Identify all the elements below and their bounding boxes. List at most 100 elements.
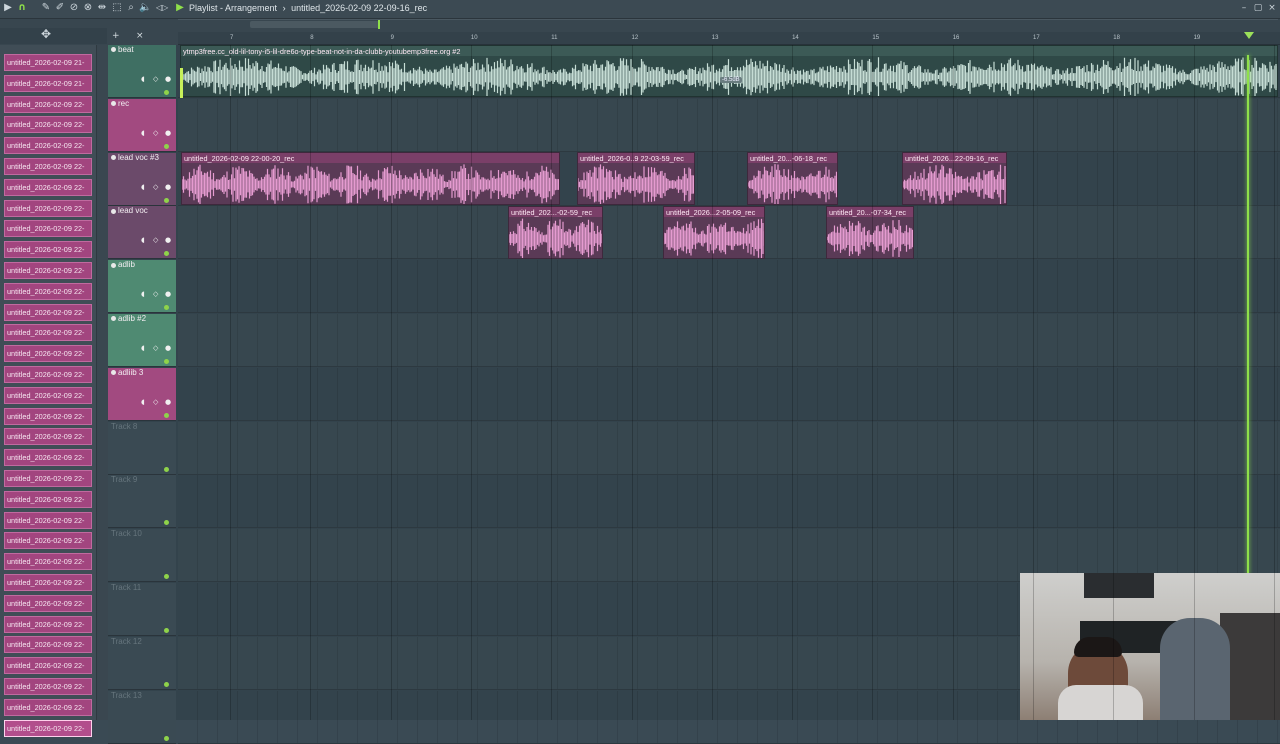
track-solo-icon[interactable]: ◇ <box>153 344 158 352</box>
track-lane[interactable] <box>178 421 1280 475</box>
overview-scroll[interactable] <box>250 21 380 28</box>
picker-item[interactable]: untitled_2026-02-09 22- <box>4 698 92 716</box>
playback-icon[interactable]: ◁▷ <box>156 2 168 14</box>
paint-brush-icon[interactable]: ✐ <box>54 2 66 14</box>
picker-item[interactable]: untitled_2026-02-09 22- <box>4 158 92 175</box>
picker-item[interactable]: untitled_2026-02-09 21- <box>4 74 92 92</box>
picker-item[interactable]: untitled_2026-02-09 22- <box>4 719 92 737</box>
picker-item[interactable]: untitled_2026-02-09 22- <box>4 407 92 425</box>
track-solo-icon[interactable]: ◇ <box>153 183 158 191</box>
track-enable-icon[interactable] <box>111 316 116 322</box>
picker-item[interactable]: untitled_2026-02-09 22- <box>4 470 92 487</box>
track-header[interactable]: lead voc ◖ ◇ ● <box>108 206 176 260</box>
track-header[interactable]: adlib ◖ ◇ ● <box>108 260 176 314</box>
track-solo-icon[interactable]: ◇ <box>153 129 158 137</box>
track-lane[interactable] <box>178 98 1280 152</box>
track-header[interactable]: Track 9 <box>108 475 176 529</box>
track-enable-icon[interactable] <box>111 47 116 53</box>
picker-item[interactable]: untitled_2026-02-09 22- <box>4 490 92 508</box>
delete-icon[interactable]: ⊘ <box>68 2 80 14</box>
track-mute-icon[interactable]: ◖ <box>141 183 145 191</box>
picker-item[interactable]: untitled_2026-02-09 22- <box>4 511 92 529</box>
track-enable-icon[interactable] <box>111 370 116 376</box>
picker-item[interactable]: untitled_2026-02-09 22- <box>4 594 92 612</box>
picker-item[interactable]: untitled_2026-02-09 22- <box>4 282 92 300</box>
track-enable-icon[interactable] <box>111 208 116 214</box>
play-arrow-icon[interactable]: ▶ <box>2 2 14 14</box>
picker-item[interactable]: untitled_2026-02-09 22- <box>4 95 92 113</box>
track-mute-icon[interactable]: ◖ <box>141 344 145 352</box>
add-track-icon[interactable]: + <box>112 31 120 41</box>
track-lane[interactable] <box>178 367 1280 421</box>
track-header[interactable]: Track 8 <box>108 421 176 475</box>
track-header[interactable]: Track 13 <box>108 690 176 744</box>
track-record-icon[interactable]: ● <box>165 398 171 406</box>
track-header[interactable]: lead voc #3 ◖ ◇ ● <box>108 152 176 206</box>
minimize-icon[interactable]: – <box>1238 2 1250 14</box>
track-lane[interactable] <box>178 314 1280 367</box>
maximize-icon[interactable]: ▢ <box>1252 2 1264 14</box>
audio-clip[interactable]: untitled_2026-0..9 22-03-59_rec <box>577 152 695 205</box>
picker-item[interactable]: untitled_2026-02-09 22- <box>4 678 92 695</box>
audio-clip[interactable]: untitled_2026...2-05-09_rec <box>663 206 765 259</box>
picker-item[interactable]: untitled_2026-02-09 22- <box>4 449 92 467</box>
track-header[interactable]: beat ◖ ◇ ● <box>108 45 176 98</box>
track-header[interactable]: Track 10 <box>108 529 176 583</box>
track-enable-icon[interactable] <box>111 154 116 160</box>
picker-item[interactable]: untitled_2026-02-09 22- <box>4 199 92 217</box>
picker-item[interactable]: untitled_2026-02-09 22- <box>4 532 92 550</box>
picker-item[interactable]: untitled_2026-02-09 22- <box>4 636 92 654</box>
picker-item[interactable]: untitled_2026-02-09 22- <box>4 116 92 134</box>
close-track-icon[interactable]: × <box>136 31 144 41</box>
track-enable-icon[interactable] <box>111 101 116 107</box>
picker-item[interactable]: untitled_2026-02-09 22- <box>4 262 92 279</box>
track-record-icon[interactable]: ● <box>165 344 171 352</box>
track-header[interactable]: rec ◖ ◇ ● <box>108 98 176 152</box>
track-header[interactable]: adliib 3 ◖ ◇ ● <box>108 367 176 421</box>
track-record-icon[interactable]: ● <box>165 129 171 137</box>
zoom-icon[interactable]: ⌕ <box>125 2 137 14</box>
picker-item[interactable]: untitled_2026-02-09 22- <box>4 428 92 446</box>
track-header[interactable]: adlib #2 ◖ ◇ ● <box>108 314 176 367</box>
track-record-icon[interactable]: ● <box>165 290 171 298</box>
timeline-ruler[interactable]: 7 8 9 10 11 12 13 14 15 16 17 18 19 <box>178 32 1280 45</box>
playhead-marker-icon[interactable] <box>1244 32 1254 39</box>
track-mute-icon[interactable]: ◖ <box>141 398 145 406</box>
track-lane[interactable] <box>178 260 1280 314</box>
track-mute-icon[interactable]: ◖ <box>141 236 145 244</box>
pencil-icon[interactable]: ✎ <box>40 2 52 14</box>
speaker-icon[interactable]: 🔈 <box>139 2 151 14</box>
picker-item[interactable]: untitled_2026-02-09 22- <box>4 657 92 675</box>
picker-item[interactable]: untitled_2026-02-09 22- <box>4 574 92 591</box>
audio-clip[interactable]: untitled_2026-02-09 22-00-20_rec <box>181 152 560 205</box>
track-mute-icon[interactable]: ◖ <box>141 75 145 83</box>
track-solo-icon[interactable]: ◇ <box>153 75 158 83</box>
move-icon[interactable]: ✥ <box>40 28 52 40</box>
audio-clip[interactable]: untitled_202...-02-59_rec <box>508 206 603 259</box>
picker-item[interactable]: untitled_2026-02-09 22- <box>4 303 92 321</box>
audio-clip[interactable]: untitled_2026...22-09-16_rec <box>902 152 1007 205</box>
select-icon[interactable]: ⬚ <box>111 2 123 14</box>
magnet-icon[interactable]: ∩ <box>16 2 28 14</box>
track-solo-icon[interactable]: ◇ <box>153 398 158 406</box>
track-mute-icon[interactable]: ◖ <box>141 290 145 298</box>
track-solo-icon[interactable]: ◇ <box>153 290 158 298</box>
slip-icon[interactable]: ⇹ <box>96 2 108 14</box>
mute-icon[interactable]: ⊗ <box>82 2 94 14</box>
picker-item[interactable]: untitled_2026-02-09 22- <box>4 553 92 571</box>
play-icon[interactable]: ▶ <box>174 2 186 14</box>
track-record-icon[interactable]: ● <box>165 75 171 83</box>
track-header[interactable]: Track 12 <box>108 636 176 690</box>
picker-item[interactable]: untitled_2026-02-09 22- <box>4 615 92 633</box>
track-record-icon[interactable]: ● <box>165 236 171 244</box>
picker-item[interactable]: untitled_2026-02-09 22- <box>4 178 92 196</box>
track-enable-icon[interactable] <box>111 262 116 268</box>
picker-item[interactable]: untitled_2026-02-09 22- <box>4 137 92 155</box>
track-header[interactable]: Track 11 <box>108 583 176 636</box>
picker-item[interactable]: untitled_2026-02-09 22- <box>4 220 92 238</box>
close-icon[interactable]: × <box>1266 2 1278 14</box>
track-solo-icon[interactable]: ◇ <box>153 236 158 244</box>
picker-item[interactable]: untitled_2026-02-09 22- <box>4 366 92 383</box>
track-mute-icon[interactable]: ◖ <box>141 129 145 137</box>
picker-item[interactable]: untitled_2026-02-09 21- <box>4 54 92 71</box>
